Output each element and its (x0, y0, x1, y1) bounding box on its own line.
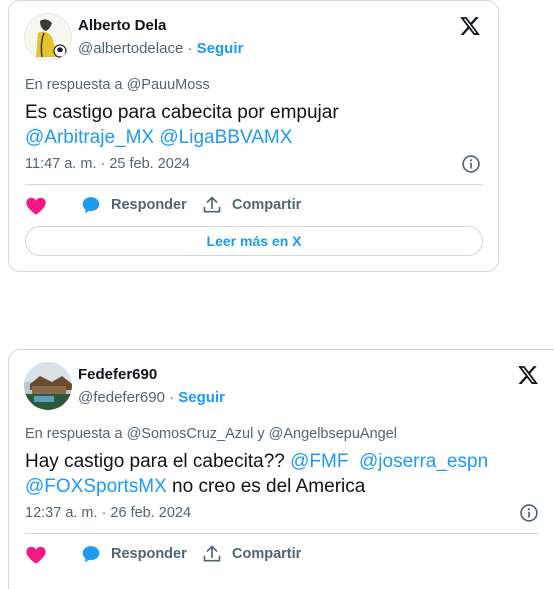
info-icon[interactable] (519, 503, 539, 523)
read-more-button[interactable]: Leer más en X (25, 226, 483, 256)
author-handle[interactable]: @fedefer690 (78, 389, 165, 406)
heart-icon (26, 197, 46, 215)
share-label: Compartir (232, 546, 302, 562)
author-handle[interactable]: @albertodelace (78, 40, 183, 57)
speech-bubble-icon (82, 546, 100, 563)
avatar-image (24, 13, 72, 61)
tweet-card-1: Alberto Dela @albertodelace · Seguir En … (8, 0, 499, 272)
tweet-text-body: Es castigo para cabecita por empujar (25, 102, 339, 123)
avatar[interactable] (24, 362, 72, 410)
handle-row: @albertodelace · Seguir (78, 40, 243, 57)
reply-context: En respuesta a @SomosCruz_Azul y @Angelb… (25, 426, 397, 442)
share-icon (203, 196, 221, 213)
speech-bubble-icon (82, 197, 100, 214)
follow-button[interactable]: Seguir (197, 40, 244, 57)
reply-button[interactable]: Responder (81, 544, 187, 564)
mention-link[interactable]: @FMF (290, 451, 348, 472)
reply-button[interactable]: Responder (81, 195, 187, 215)
mention-link[interactable]: @FOXSportsMX (25, 476, 167, 497)
reply-label: Responder (111, 546, 187, 562)
author-name[interactable]: Alberto Dela (78, 17, 166, 34)
reply-mention[interactable]: @SomosCruz_Azul y @AngelbsepuAngel (127, 426, 397, 442)
mention-link[interactable]: @joserra_espn (359, 451, 488, 472)
tweet-text-tail: no creo es del America (172, 476, 366, 497)
separator-dot: · (187, 40, 193, 57)
reply-label: Responder (111, 197, 187, 213)
mention-link[interactable]: @Arbitraje_MX (25, 127, 154, 148)
reply-context: En respuesta a @PauuMoss (25, 77, 210, 93)
tweet-card-2: Fedefer690 @fedefer690 · Seguir En respu… (8, 349, 554, 589)
share-label: Compartir (232, 197, 302, 213)
divider (25, 184, 483, 185)
reply-mention[interactable]: @PauuMoss (127, 77, 210, 93)
reply-prefix: En respuesta a (25, 426, 123, 442)
info-icon[interactable] (461, 154, 481, 174)
share-button[interactable]: Compartir (202, 195, 301, 215)
follow-button[interactable]: Seguir (178, 389, 225, 406)
avatar[interactable] (24, 13, 72, 61)
handle-row: @fedefer690 · Seguir (78, 389, 225, 406)
timestamp[interactable]: 12:37 a. m. · 26 feb. 2024 (25, 505, 191, 521)
tweet-text-body: Hay castigo para el cabecita?? (25, 451, 285, 472)
tweet-text: Es castigo para cabecita por empujar @Ar… (25, 100, 485, 150)
divider (25, 533, 539, 534)
like-button[interactable] (25, 544, 47, 566)
share-button[interactable]: Compartir (202, 544, 301, 564)
mention-link[interactable]: @LigaBBVAMX (159, 127, 292, 148)
timestamp[interactable]: 11:47 a. m. · 25 feb. 2024 (25, 156, 190, 172)
x-logo-icon[interactable] (459, 15, 481, 37)
avatar-image (24, 362, 72, 410)
like-button[interactable] (25, 195, 47, 217)
x-logo-icon[interactable] (517, 364, 539, 386)
tweet-text: Hay castigo para el cabecita?? @FMF @jos… (25, 449, 540, 499)
heart-icon (26, 546, 46, 564)
share-icon (203, 545, 221, 562)
separator-dot: · (169, 389, 175, 406)
author-name[interactable]: Fedefer690 (78, 366, 157, 383)
reply-prefix: En respuesta a (25, 77, 123, 93)
